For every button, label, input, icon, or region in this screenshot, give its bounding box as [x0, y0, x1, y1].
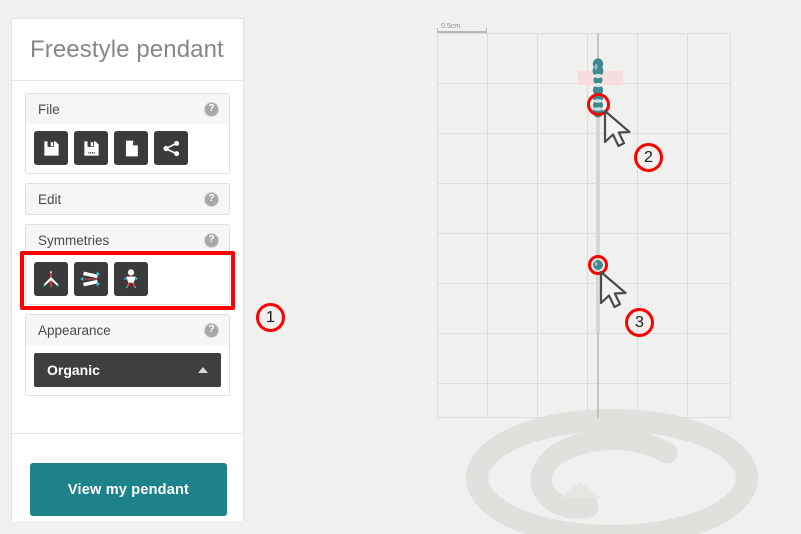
- view-my-pendant-button[interactable]: View my pendant: [30, 463, 227, 516]
- question-circle-icon[interactable]: ?: [204, 191, 219, 207]
- ruler-label: 0.5cm: [441, 23, 461, 30]
- callout-marker-2: 2: [634, 143, 663, 172]
- question-circle-icon[interactable]: ?: [204, 232, 219, 248]
- section-appearance: Appearance ? Organic: [25, 314, 230, 396]
- panel-divider: [12, 433, 243, 434]
- appearance-content: Organic: [26, 345, 229, 395]
- panel-title-bar: Freestyle pendant: [12, 19, 243, 81]
- symmetry-vertical-mirror-button[interactable]: [34, 262, 68, 296]
- panel-body: File ? Edit ? Symmetries ? Appearance ? …: [12, 81, 243, 396]
- caret-up-icon: [198, 367, 208, 373]
- symmetries-toolbar: [26, 255, 229, 304]
- section-title-appearance: Appearance: [38, 322, 111, 338]
- tool-panel: Freestyle pendant File ? Edit ? Symmetri…: [11, 18, 244, 521]
- callout-marker-1: 1: [256, 303, 285, 332]
- page-title: Freestyle pendant: [30, 35, 224, 63]
- symmetry-radial-icon: [123, 269, 139, 289]
- section-header-file[interactable]: File ?: [26, 94, 229, 124]
- callout-label-3: 3: [635, 313, 644, 331]
- document-icon: [125, 140, 138, 156]
- callout-label-2: 2: [644, 148, 653, 166]
- callout-marker-3: 3: [625, 308, 654, 337]
- symmetry-horizontal-mirror-button[interactable]: [74, 262, 108, 296]
- symmetry-horizontal-icon: [80, 271, 101, 287]
- question-circle-icon[interactable]: ?: [204, 322, 219, 338]
- cursor-arrow-icon: [599, 270, 627, 309]
- floppy-disk-icon: [43, 140, 59, 156]
- share-nodes-icon: [163, 140, 179, 156]
- section-title-symmetries: Symmetries: [38, 232, 110, 248]
- new-document-button[interactable]: [114, 131, 148, 165]
- question-circle-icon[interactable]: ?: [204, 101, 219, 117]
- logo-watermark: [462, 404, 762, 534]
- section-file: File ?: [25, 93, 230, 174]
- symmetry-radial-button[interactable]: [114, 262, 148, 296]
- appearance-select[interactable]: Organic: [34, 353, 221, 387]
- section-title-file: File: [38, 101, 60, 117]
- spiral-logo-icon: [466, 409, 758, 534]
- cursor-arrow-icon: [603, 109, 631, 148]
- appearance-select-value: Organic: [47, 362, 100, 378]
- mouse-cursor-top: [602, 109, 638, 154]
- floppy-disk-label-icon: [83, 140, 99, 156]
- section-edit: Edit ?: [25, 183, 230, 215]
- save-as-button[interactable]: [74, 131, 108, 165]
- scale-ruler: 0.5cm: [437, 21, 487, 33]
- section-symmetries: Symmetries ?: [20, 224, 235, 310]
- callout-label-1: 1: [266, 308, 275, 326]
- symmetry-vertical-icon: [43, 270, 59, 288]
- view-my-pendant-label: View my pendant: [67, 481, 190, 498]
- section-title-edit: Edit: [38, 191, 62, 207]
- section-header-edit[interactable]: Edit ?: [26, 184, 229, 214]
- share-button[interactable]: [154, 131, 188, 165]
- design-canvas[interactable]: [437, 33, 731, 418]
- section-header-appearance[interactable]: Appearance ?: [26, 315, 229, 345]
- mouse-cursor-bottom: [598, 270, 634, 315]
- file-toolbar: [26, 124, 229, 173]
- canvas-grid: [437, 33, 731, 418]
- save-button[interactable]: [34, 131, 68, 165]
- section-header-symmetries[interactable]: Symmetries ?: [26, 225, 229, 255]
